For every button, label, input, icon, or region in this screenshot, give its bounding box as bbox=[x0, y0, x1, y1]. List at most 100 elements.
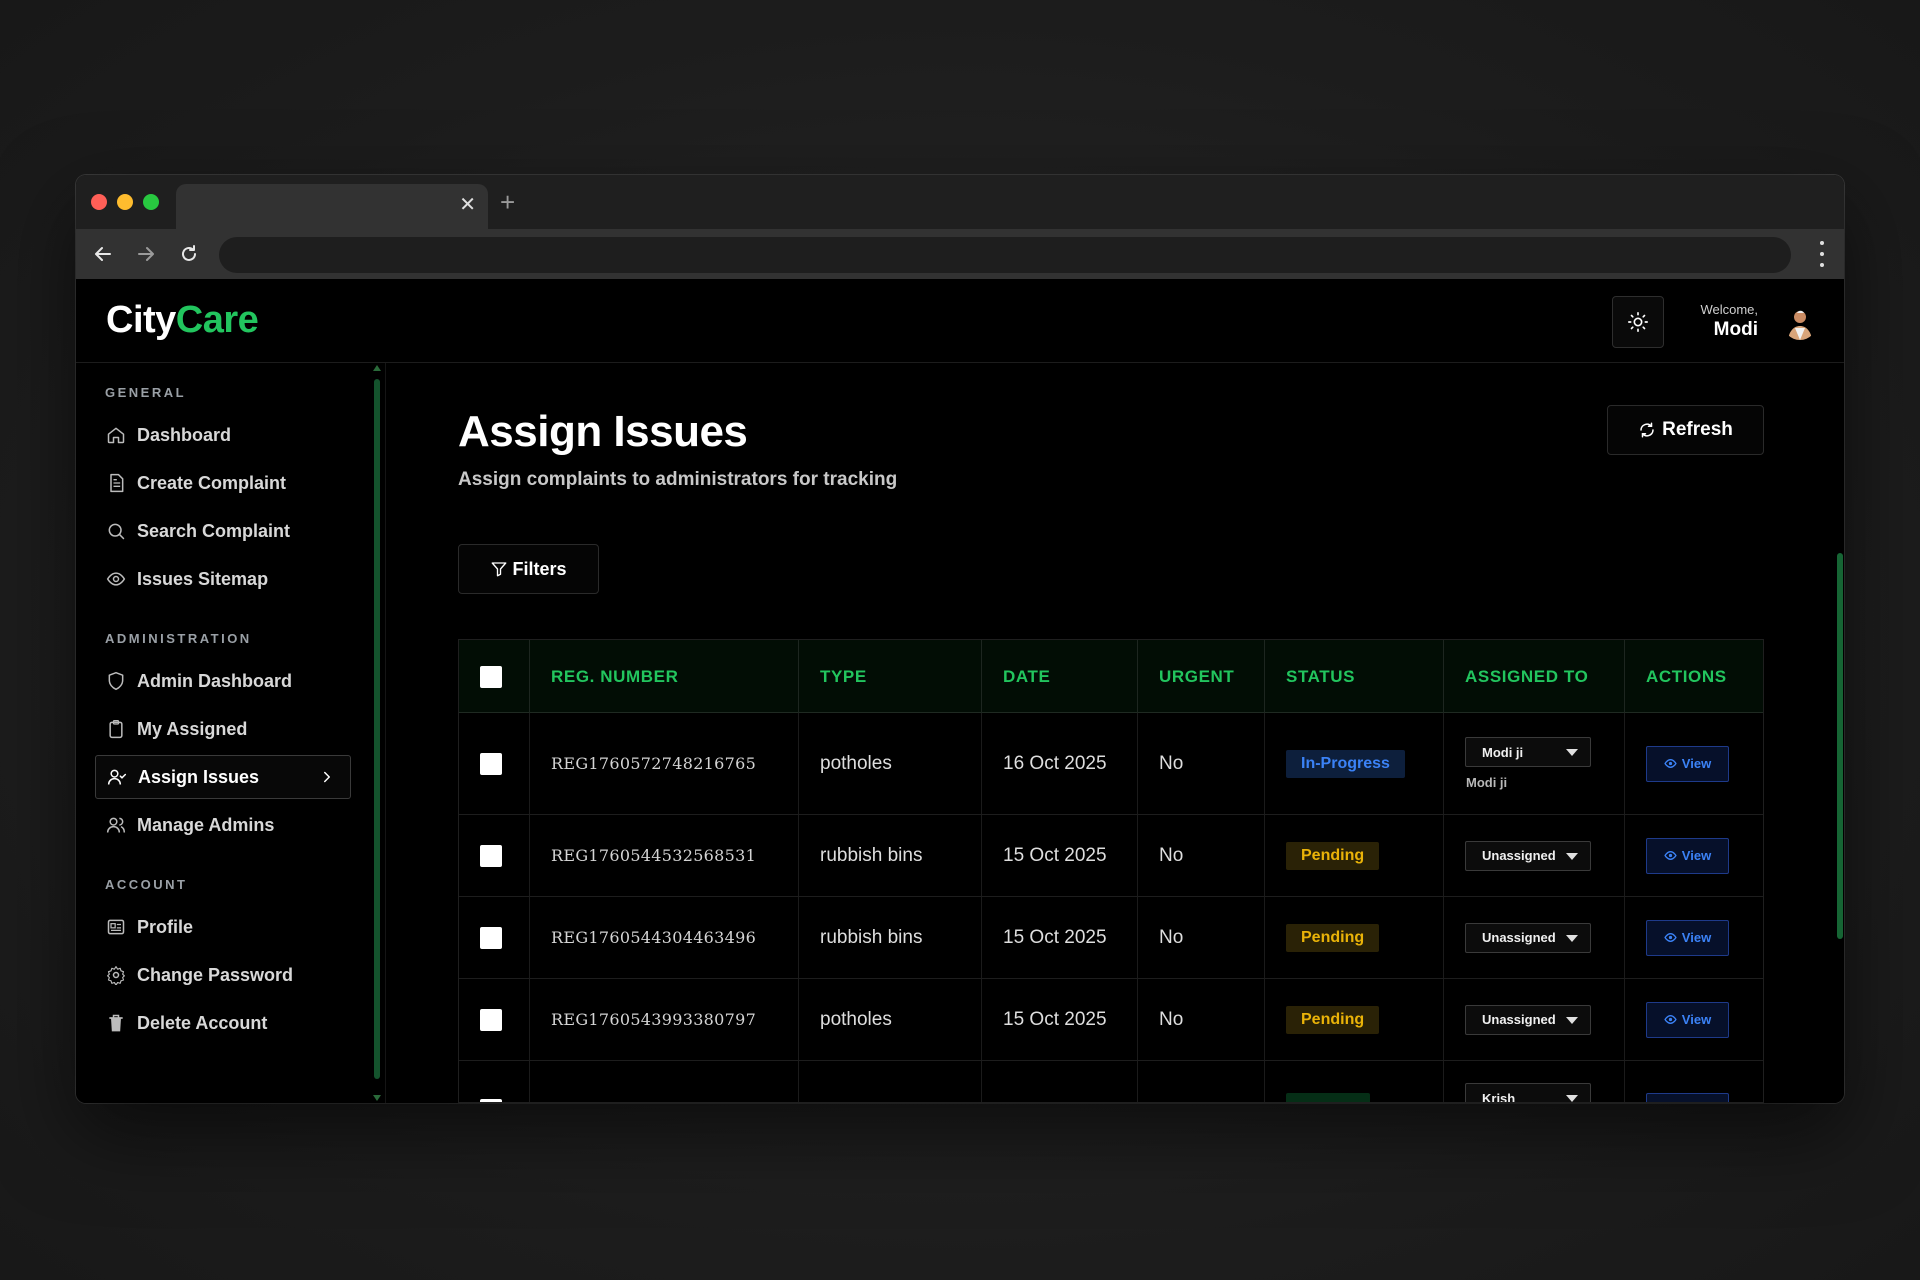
users-icon bbox=[105, 814, 127, 836]
sidebar-item-search-complaint[interactable]: Search Complaint bbox=[95, 509, 351, 553]
theme-toggle-button[interactable] bbox=[1612, 296, 1664, 348]
row-checkbox[interactable] bbox=[480, 1099, 502, 1102]
assign-dropdown[interactable]: Unassigned bbox=[1465, 840, 1591, 871]
sidebar-scroll-up[interactable] bbox=[373, 365, 381, 371]
table-row: REG1760544304463496 rubbish bins 15 Oct … bbox=[459, 897, 1763, 979]
date-cell: 15 Oct 2025 bbox=[982, 979, 1138, 1060]
row-select-cell bbox=[459, 897, 530, 978]
row-checkbox[interactable] bbox=[480, 752, 502, 775]
column-reg-number[interactable]: REG. NUMBER bbox=[530, 640, 799, 713]
column-urgent[interactable]: URGENT bbox=[1138, 640, 1265, 713]
row-checkbox[interactable] bbox=[480, 926, 502, 949]
caret-down-icon bbox=[1566, 749, 1578, 756]
refresh-icon bbox=[1640, 422, 1654, 438]
maximize-window-button[interactable] bbox=[143, 194, 159, 210]
close-tab-icon[interactable]: ✕ bbox=[459, 194, 476, 216]
sun-icon bbox=[1628, 312, 1648, 332]
table-row: REG1760544532568531 rubbish bins 15 Oct … bbox=[459, 815, 1763, 897]
sidebar-item-delete-account[interactable]: Delete Account bbox=[95, 1001, 351, 1045]
sidebar-item-issues-sitemap[interactable]: Issues Sitemap bbox=[95, 557, 351, 601]
row-select-cell bbox=[459, 815, 530, 896]
view-button[interactable]: View bbox=[1646, 1001, 1729, 1038]
row-checkbox[interactable] bbox=[480, 1008, 502, 1031]
new-tab-button[interactable]: + bbox=[500, 187, 515, 217]
filters-label: Filters bbox=[512, 558, 567, 579]
select-all-cell bbox=[459, 640, 530, 713]
view-button[interactable]: View bbox=[1646, 837, 1729, 874]
document-icon bbox=[105, 472, 127, 494]
browser-tab[interactable]: ✕ bbox=[176, 184, 488, 229]
assign-dropdown[interactable]: Modi ji bbox=[1465, 737, 1591, 767]
reg-number-cell: REG1760572748216765 bbox=[530, 713, 799, 814]
sidebar-item-label: Admin Dashboard bbox=[137, 670, 293, 691]
reg-number-cell bbox=[530, 1061, 799, 1102]
sidebar-item-create-complaint[interactable]: Create Complaint bbox=[95, 461, 351, 505]
assign-dropdown-value: Krish bbox=[1482, 1090, 1516, 1103]
row-select-cell bbox=[459, 979, 530, 1060]
assigned-cell: Unassigned bbox=[1444, 897, 1625, 978]
close-window-button[interactable] bbox=[91, 194, 107, 210]
back-arrow-icon[interactable] bbox=[88, 239, 118, 269]
avatar[interactable] bbox=[1783, 306, 1817, 340]
main-scrollbar[interactable] bbox=[1837, 553, 1843, 939]
logo-text-city: City bbox=[106, 299, 176, 341]
status-cell: Pending bbox=[1265, 979, 1444, 1060]
view-button[interactable] bbox=[1646, 1093, 1729, 1102]
status-badge bbox=[1286, 1093, 1370, 1102]
sidebar-item-my-assigned[interactable]: My Assigned bbox=[95, 707, 351, 751]
table-row: REG1760543993380797 potholes 15 Oct 2025… bbox=[459, 979, 1763, 1061]
address-bar[interactable] bbox=[219, 237, 1791, 273]
sidebar-item-dashboard[interactable]: Dashboard bbox=[95, 413, 351, 457]
section-title-account: ACCOUNT bbox=[105, 877, 188, 892]
welcome-label: Welcome, bbox=[1700, 302, 1758, 317]
column-status[interactable]: STATUS bbox=[1265, 640, 1444, 713]
select-all-checkbox[interactable] bbox=[480, 665, 502, 688]
filter-icon bbox=[492, 562, 507, 577]
type-cell: potholes bbox=[799, 713, 982, 814]
row-checkbox[interactable] bbox=[480, 844, 502, 867]
forward-arrow-icon[interactable] bbox=[131, 239, 161, 269]
sidebar-item-label: Issues Sitemap bbox=[137, 568, 269, 589]
column-type[interactable]: TYPE bbox=[799, 640, 982, 713]
refresh-label: Refresh bbox=[1662, 419, 1733, 440]
caret-down-icon bbox=[1566, 1016, 1578, 1024]
app-header: CityCare Welcome, Modi bbox=[76, 279, 1844, 363]
sidebar-item-profile[interactable]: Profile bbox=[95, 905, 351, 949]
actions-cell: View bbox=[1625, 815, 1763, 896]
sidebar-scroll-down[interactable] bbox=[373, 1095, 381, 1101]
assign-dropdown-value: Modi ji bbox=[1482, 744, 1524, 760]
actions-cell: View bbox=[1625, 897, 1763, 978]
view-button[interactable]: View bbox=[1646, 919, 1729, 956]
browser-menu-icon[interactable] bbox=[1818, 241, 1826, 267]
date-cell: 15 Oct 2025 bbox=[982, 815, 1138, 896]
sidebar-item-label: Delete Account bbox=[137, 1012, 268, 1033]
user-name: Modi bbox=[1713, 319, 1758, 340]
minimize-window-button[interactable] bbox=[117, 194, 133, 210]
column-assigned-to[interactable]: ASSIGNED TO bbox=[1444, 640, 1625, 713]
column-actions[interactable]: ACTIONS bbox=[1625, 640, 1763, 713]
filters-button[interactable]: Filters bbox=[458, 544, 599, 594]
caret-down-icon bbox=[1566, 1095, 1578, 1102]
assign-dropdown[interactable]: Unassigned bbox=[1465, 922, 1591, 953]
sidebar-item-assign-issues[interactable]: Assign Issues bbox=[95, 755, 351, 799]
table-header: REG. NUMBER TYPE DATE URGENT STATUS ASSI… bbox=[459, 640, 1763, 713]
app-logo[interactable]: CityCare bbox=[106, 299, 259, 342]
assign-dropdown[interactable]: Krish bbox=[1465, 1083, 1591, 1103]
browser-window: ✕ + CityCare Welcome, Modi GENERAL Dashb… bbox=[76, 175, 1844, 1103]
view-label: View bbox=[1681, 1012, 1712, 1027]
type-cell: rubbish bins bbox=[799, 897, 982, 978]
sidebar-scrollbar[interactable] bbox=[374, 379, 380, 1079]
sidebar-item-manage-admins[interactable]: Manage Admins bbox=[95, 803, 351, 847]
assign-dropdown[interactable]: Unassigned bbox=[1465, 1004, 1591, 1035]
status-cell: Pending bbox=[1265, 815, 1444, 896]
sidebar-item-label: Create Complaint bbox=[137, 472, 287, 493]
issues-table: REG. NUMBER TYPE DATE URGENT STATUS ASSI… bbox=[458, 639, 1764, 1103]
assign-dropdown-value: Unassigned bbox=[1482, 1012, 1556, 1027]
reload-icon[interactable] bbox=[174, 239, 204, 269]
refresh-button[interactable]: Refresh bbox=[1607, 405, 1764, 455]
reg-number-cell: REG1760544304463496 bbox=[530, 897, 799, 978]
sidebar-item-admin-dashboard[interactable]: Admin Dashboard bbox=[95, 659, 351, 703]
view-button[interactable]: View bbox=[1646, 745, 1729, 782]
column-date[interactable]: DATE bbox=[982, 640, 1138, 713]
sidebar-item-change-password[interactable]: Change Password bbox=[95, 953, 351, 997]
